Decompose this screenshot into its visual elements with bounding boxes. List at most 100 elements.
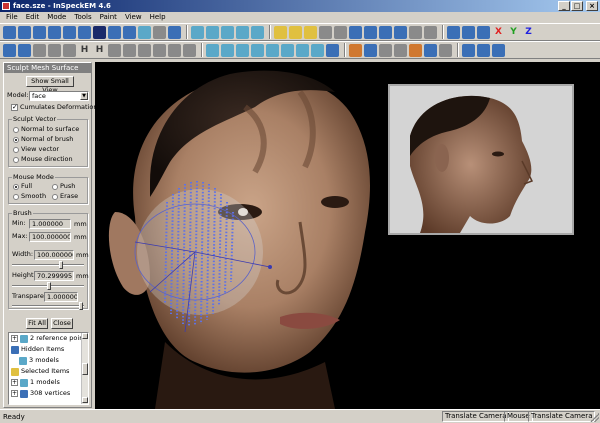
transparency-thumb[interactable]	[79, 302, 83, 310]
scroll-thumb[interactable]	[82, 363, 88, 375]
mesh-decimate-icon[interactable]	[266, 43, 279, 57]
menu-paint[interactable]: Paint	[96, 12, 121, 23]
radio-view-vector[interactable]	[13, 147, 19, 153]
help-icon[interactable]	[138, 25, 151, 39]
redo-icon[interactable]	[18, 43, 31, 57]
brush-width-thumb[interactable]	[59, 261, 63, 269]
render-icon[interactable]	[424, 43, 437, 57]
wire-icon[interactable]	[439, 43, 452, 57]
mesh-sphere-icon[interactable]	[326, 43, 339, 57]
chevron-down-icon[interactable]: ▼	[80, 92, 88, 100]
menu-view[interactable]: View	[121, 12, 146, 23]
shape-a-icon[interactable]	[33, 43, 46, 57]
menu-tools[interactable]: Tools	[70, 12, 95, 23]
maximize-button[interactable]: □	[571, 1, 583, 11]
resize-grip-icon[interactable]	[590, 413, 599, 422]
hole-fill-h2-button[interactable]: H	[93, 44, 106, 57]
material-icon[interactable]	[394, 43, 407, 57]
tree-item-3-models[interactable]: 3 models	[19, 356, 59, 365]
scroll-down-icon[interactable]	[82, 397, 88, 403]
scene-tree[interactable]: + 2 reference point Hidden Items 3 model…	[8, 332, 89, 405]
tree-scrollbar[interactable]	[81, 333, 88, 404]
print-preview-icon[interactable]	[123, 25, 136, 39]
mesh-texture-icon[interactable]	[311, 43, 324, 57]
mesh-view-icon[interactable]	[206, 43, 219, 57]
menu-mode[interactable]: Mode	[43, 12, 70, 23]
model-top-icon[interactable]	[236, 25, 249, 39]
model-iso-icon[interactable]	[251, 25, 264, 39]
import-icon[interactable]	[63, 25, 76, 39]
vertices-icon[interactable]	[409, 25, 422, 39]
transparency-field[interactable]: 1.000000	[44, 292, 78, 302]
model-view-icon[interactable]	[191, 25, 204, 39]
radio-push[interactable]	[52, 184, 58, 190]
tree-item-hidden-items[interactable]: Hidden Items	[11, 345, 64, 354]
3d-viewport[interactable]	[95, 62, 600, 409]
minimize-button[interactable]: _	[558, 1, 570, 11]
new-file-icon[interactable]	[3, 25, 16, 39]
radio-normal-to-surface[interactable]	[13, 127, 19, 133]
brush-height-field[interactable]: 70.299995	[34, 271, 74, 281]
print-icon[interactable]	[108, 25, 121, 39]
mesh-cut-icon[interactable]	[296, 43, 309, 57]
zoom-icon[interactable]	[364, 25, 377, 39]
last-frame-icon[interactable]	[492, 43, 505, 57]
face-icon[interactable]	[349, 43, 362, 57]
measure-icon[interactable]	[379, 25, 392, 39]
cumulates-deformation-checkbox[interactable]: ✓	[11, 104, 18, 111]
open-file-icon[interactable]	[18, 25, 31, 39]
tree-item-1-models[interactable]: + 1 models	[11, 378, 60, 387]
select-region-icon[interactable]	[289, 25, 302, 39]
shade-icon[interactable]	[168, 43, 181, 57]
merge-icon[interactable]	[108, 43, 121, 57]
tree-item-selected-items[interactable]: Selected Items	[11, 367, 69, 376]
expand-icon[interactable]: +	[11, 335, 18, 342]
light-icon[interactable]	[379, 43, 392, 57]
export-icon[interactable]	[78, 25, 91, 39]
texture-icon[interactable]	[409, 43, 422, 57]
pan-icon[interactable]	[319, 25, 332, 39]
axis-y-button[interactable]: Y	[507, 26, 520, 39]
select-point-icon[interactable]	[304, 25, 317, 39]
radio-full[interactable]	[13, 184, 19, 190]
copy-icon[interactable]	[168, 25, 181, 39]
axis-x-button[interactable]: X	[492, 26, 505, 39]
brush-width-field[interactable]: 100.000000	[34, 250, 74, 260]
mesh-sculpt-icon[interactable]	[251, 43, 264, 57]
menu-help[interactable]: Help	[146, 12, 170, 23]
save-file-icon[interactable]	[33, 25, 46, 39]
grid-icon[interactable]	[462, 25, 475, 39]
scroll-up-icon[interactable]	[82, 333, 88, 339]
fit-all-button[interactable]: Fit All	[26, 318, 48, 329]
brush-height-thumb[interactable]	[47, 282, 51, 290]
move-icon[interactable]	[334, 25, 347, 39]
transparency-slider[interactable]	[12, 305, 84, 307]
expand-icon[interactable]: +	[11, 379, 18, 386]
brush-max-field[interactable]: 100.000000	[29, 232, 71, 242]
flip-icon[interactable]	[183, 43, 196, 57]
curve2-icon[interactable]	[153, 43, 166, 57]
first-frame-icon[interactable]	[462, 43, 475, 57]
brush-min-field[interactable]: 1.000000	[29, 219, 71, 229]
layers-icon[interactable]	[477, 25, 490, 39]
play-icon[interactable]	[477, 43, 490, 57]
show-small-view-button[interactable]: Show Small View	[26, 76, 74, 94]
expand-icon[interactable]: +	[11, 390, 18, 397]
mesh-smooth-icon[interactable]	[236, 43, 249, 57]
split-icon[interactable]	[123, 43, 136, 57]
menu-edit[interactable]: Edit	[22, 12, 44, 23]
undo-icon[interactable]	[3, 43, 16, 57]
book-icon[interactable]	[447, 25, 460, 39]
camera-icon[interactable]	[364, 43, 377, 57]
close-panel-button[interactable]: Close	[51, 318, 73, 329]
cut-icon[interactable]	[153, 25, 166, 39]
mesh-fill-icon[interactable]	[281, 43, 294, 57]
save-as-icon[interactable]	[48, 25, 61, 39]
model-select[interactable]: face ▼	[29, 91, 89, 101]
ruler-icon[interactable]	[424, 25, 437, 39]
rotate-icon[interactable]	[349, 25, 362, 39]
radio-smooth[interactable]	[13, 194, 19, 200]
radio-mouse-direction[interactable]	[13, 157, 19, 163]
radio-erase[interactable]	[52, 194, 58, 200]
hole-fill-h-button[interactable]: H	[78, 44, 91, 57]
